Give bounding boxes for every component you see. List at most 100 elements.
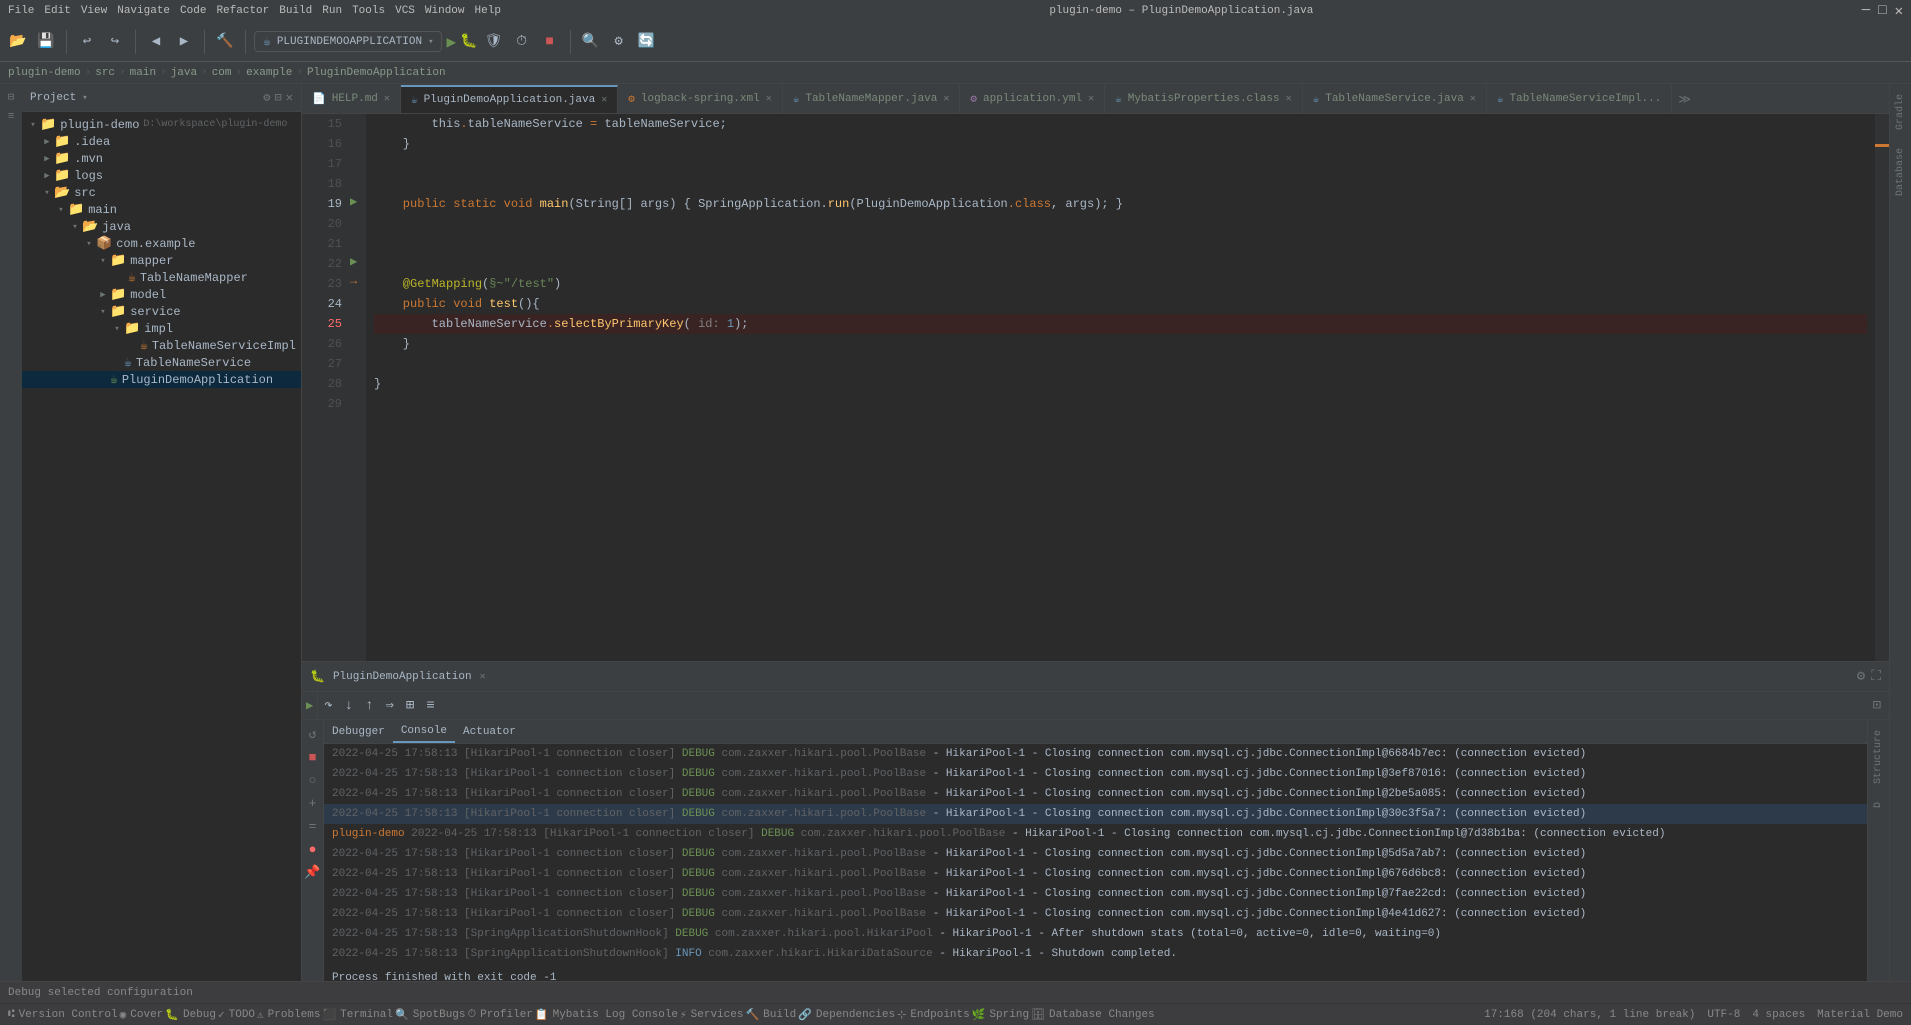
tab-tablename-service[interactable]: ☕ TableNameService.java ✕ [1303, 85, 1487, 113]
close-button[interactable]: ✕ [1895, 3, 1903, 20]
frames-icon[interactable]: ⊞ [400, 697, 420, 714]
menu-help[interactable]: Help [475, 5, 501, 17]
debug-button[interactable]: 🐛 [460, 33, 477, 50]
console-content[interactable]: 2022-04-25 17:58:13 [HikariPool-1 connec… [324, 744, 1867, 981]
menu-bar[interactable]: File Edit View Navigate Code Refactor Bu… [8, 5, 501, 17]
tab-close-plugin[interactable]: ✕ [601, 94, 607, 106]
menu-refactor[interactable]: Refactor [216, 5, 269, 17]
project-panel-dropdown[interactable]: ▾ [82, 93, 87, 103]
save-button[interactable]: 💾 [34, 30, 58, 54]
run-configuration[interactable]: ☕ PLUGINDEMOOAPPLICATION ▾ [254, 31, 442, 52]
coverage-button[interactable]: 🛡 [482, 30, 506, 54]
mybatis-log-button[interactable]: 📋 Mybatis Log Console [535, 1008, 678, 1022]
debug-stop-icon[interactable]: ■ [306, 747, 320, 768]
breadcrumb-example[interactable]: example [246, 67, 292, 79]
menu-tools[interactable]: Tools [352, 5, 385, 17]
breadcrumb-com[interactable]: com [212, 67, 232, 79]
maximize-button[interactable]: □ [1878, 3, 1886, 20]
collapse-all-icon[interactable]: ⊟ [275, 90, 282, 105]
terminal-button[interactable]: ⬛ Terminal [322, 1008, 393, 1022]
tab-close-tablename-service[interactable]: ✕ [1470, 93, 1476, 105]
tree-item-model[interactable]: ▶ 📁 model [22, 286, 301, 303]
actuator-tab[interactable]: Actuator [455, 720, 524, 743]
build-project-button[interactable]: 🔨 [213, 30, 237, 54]
cursor-position[interactable]: 17:168 (204 chars, 1 line break) [1484, 1009, 1695, 1021]
breakpoint-active-icon[interactable]: ● [306, 839, 320, 860]
services-button[interactable]: ⚡ Services [680, 1008, 743, 1022]
debug-add-watch-icon[interactable]: + [306, 793, 320, 814]
run-button[interactable]: ▶ [446, 32, 456, 52]
pin-icon[interactable]: 📌 [302, 862, 324, 883]
threads-icon[interactable]: ≡ [420, 698, 440, 714]
search-everywhere-button[interactable]: 🔍 [579, 30, 603, 54]
tab-close-yml[interactable]: ✕ [1088, 93, 1094, 105]
menu-edit[interactable]: Edit [44, 5, 70, 17]
cover-button[interactable]: ◉ Cover [120, 1008, 164, 1022]
redo-button[interactable]: ↪ [103, 30, 127, 54]
tool-label-structure[interactable]: Structure [1871, 724, 1886, 790]
endpoints-button[interactable]: ⊹ Endpoints [897, 1008, 970, 1022]
spotbugs-button[interactable]: 🔍 SpotBugs [395, 1008, 466, 1022]
debug-eval-icon[interactable]: = [306, 816, 320, 837]
tool-label-d[interactable]: D [1871, 796, 1886, 814]
tab-close-mybatis[interactable]: ✕ [1286, 93, 1292, 105]
minimize-button[interactable]: ─ [1862, 3, 1870, 20]
window-controls[interactable]: ─ □ ✕ [1862, 3, 1903, 20]
git-update-button[interactable]: 🔄 [635, 30, 659, 54]
tree-item-main[interactable]: ▾ 📁 main [22, 201, 301, 218]
tab-logback[interactable]: ⚙ logback-spring.xml ✕ [618, 85, 782, 113]
database-changes-button[interactable]: 🗄 Database Changes [1031, 1008, 1155, 1022]
menu-window[interactable]: Window [425, 5, 465, 17]
menu-build[interactable]: Build [279, 5, 312, 17]
menu-view[interactable]: View [81, 5, 107, 17]
breadcrumb-main[interactable]: main [130, 67, 156, 79]
indent-info[interactable]: 4 spaces [1752, 1009, 1805, 1021]
profiler-button[interactable]: ⏱ Profiler [468, 1009, 533, 1021]
tab-tablename-service-impl[interactable]: ☕ TableNameServiceImpl... [1487, 85, 1672, 113]
tree-item-mapper[interactable]: ▾ 📁 mapper [22, 252, 301, 269]
tree-item-tablename-mapper[interactable]: ☕ TableNameMapper [22, 269, 301, 286]
debug-expand-icon[interactable]: ⛶ [1871, 669, 1881, 685]
tree-item-java[interactable]: ▾ 📂 java [22, 218, 301, 235]
version-control-button[interactable]: ⑆ Version Control [8, 1009, 118, 1021]
tab-help-md[interactable]: 📄 HELP.md ✕ [302, 85, 401, 113]
back-button[interactable]: ◀ [144, 30, 168, 54]
step-out-icon[interactable]: ↑ [359, 698, 379, 714]
run-to-cursor-icon[interactable]: ⇒ [379, 697, 399, 714]
debug-close-button[interactable]: ✕ [480, 671, 486, 683]
tab-application-yml[interactable]: ⚙ application.yml ✕ [960, 85, 1105, 113]
tree-item-src[interactable]: ▾ 📂 src [22, 184, 301, 201]
tree-item-mvn[interactable]: ▶ 📁 .mvn [22, 150, 301, 167]
tree-item-root[interactable]: ▾ 📁 plugin-demo D:\workspace\plugin-demo [22, 116, 301, 133]
menu-run[interactable]: Run [322, 5, 342, 17]
run-gutter-19[interactable]: ▶ [350, 194, 357, 209]
debug-mute-icon[interactable]: ○ [306, 770, 320, 791]
tool-label-gradle[interactable]: Gradle [1893, 88, 1908, 136]
settings-button[interactable]: ⚙ [607, 30, 631, 54]
tab-close-logback[interactable]: ✕ [766, 93, 772, 105]
profile-button[interactable]: ⏱ [510, 30, 534, 54]
hierarchy-toggle[interactable]: ≡ [2, 108, 20, 126]
breadcrumb-project[interactable]: plugin-demo [8, 67, 81, 79]
close-panel-icon[interactable]: ✕ [286, 90, 293, 105]
menu-navigate[interactable]: Navigate [117, 5, 170, 17]
right-scroll-gutter[interactable] [1875, 114, 1889, 661]
stop-button[interactable]: ■ [538, 30, 562, 54]
tree-item-plugin-demo-app[interactable]: ☕ PluginDemoApplication [22, 371, 301, 388]
build-button[interactable]: 🔨 Build [745, 1008, 796, 1022]
open-file-button[interactable]: 📂 [6, 30, 30, 54]
breadcrumb-src[interactable]: src [95, 67, 115, 79]
tree-item-logs[interactable]: ▶ 📁 logs [22, 167, 301, 184]
restore-layout-icon[interactable]: ⊡ [1869, 697, 1885, 714]
breadcrumb-class[interactable]: PluginDemoApplication [307, 67, 446, 79]
run-gutter-24[interactable]: ▶ [350, 254, 357, 269]
tool-label-database[interactable]: Database [1893, 142, 1908, 202]
theme-info[interactable]: Material Demo [1817, 1009, 1903, 1021]
tab-overflow-button[interactable]: ≫ [1672, 85, 1697, 113]
menu-file[interactable]: File [8, 5, 34, 17]
step-over-icon[interactable]: ↷ [318, 697, 338, 714]
code-content[interactable]: this.tableNameService = tableNameService… [366, 114, 1875, 661]
debugger-tab[interactable]: Debugger [324, 720, 393, 743]
menu-vcs[interactable]: VCS [395, 5, 415, 17]
menu-code[interactable]: Code [180, 5, 206, 17]
